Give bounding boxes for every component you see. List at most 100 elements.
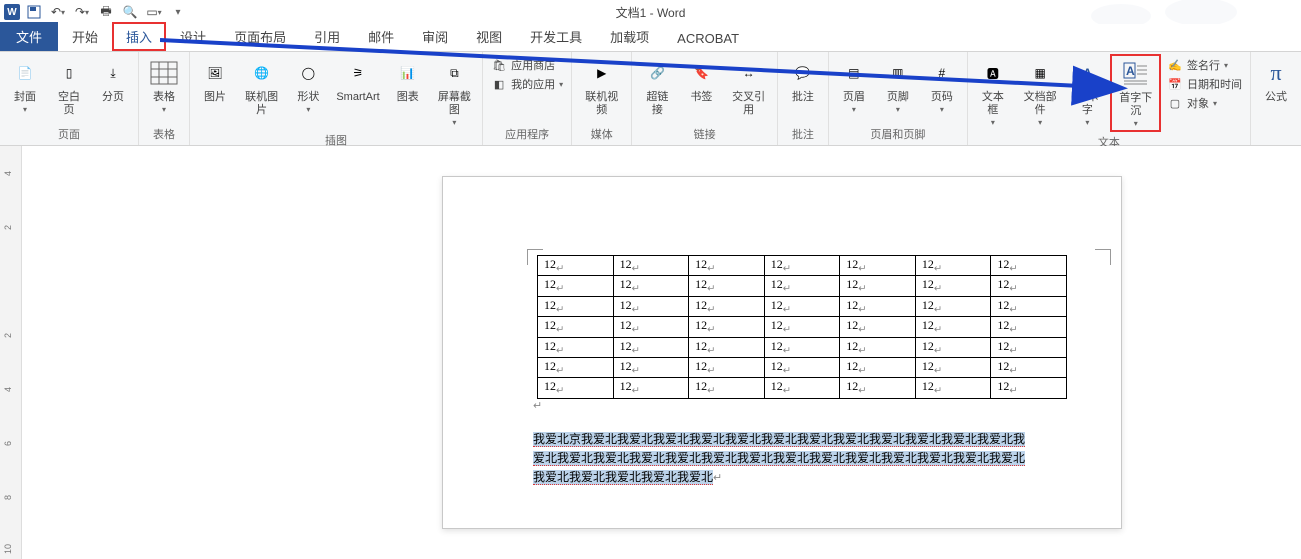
tab-layout[interactable]: 页面布局 <box>220 22 300 51</box>
table-cell[interactable]: 12↵ <box>840 378 916 398</box>
table-cell[interactable]: 12↵ <box>915 256 991 276</box>
tab-references[interactable]: 引用 <box>300 22 354 51</box>
comment-button[interactable]: 💬批注 <box>782 54 824 107</box>
table-cell[interactable]: 12↵ <box>689 357 765 377</box>
blank-page-button[interactable]: ▯空白页 <box>48 54 90 120</box>
table-cell[interactable]: 12↵ <box>538 276 614 296</box>
table-cell[interactable]: 12↵ <box>538 296 614 316</box>
table-cell[interactable]: 12↵ <box>915 276 991 296</box>
bookmark-button[interactable]: 🔖书签 <box>680 54 722 107</box>
table-cell[interactable]: 12↵ <box>613 256 689 276</box>
app-store-button[interactable]: 🛍应用商店 <box>489 56 565 74</box>
smartart-button[interactable]: ⚞SmartArt <box>331 54 384 107</box>
object-button[interactable]: ▢对象 ▾ <box>1165 94 1244 112</box>
qat-print-icon[interactable]: 🖶 <box>96 2 116 22</box>
page-break-button[interactable]: ⤓分页 <box>92 54 134 107</box>
document-table[interactable]: 12↵12↵12↵12↵12↵12↵12↵12↵12↵12↵12↵12↵12↵1… <box>537 255 1067 399</box>
cover-page-button[interactable]: 📄封面▾ <box>4 54 46 117</box>
table-cell[interactable]: 12↵ <box>840 296 916 316</box>
table-cell[interactable]: 12↵ <box>991 317 1067 337</box>
hyperlink-button[interactable]: 🔗超链接 <box>636 54 678 120</box>
vertical-ruler[interactable]: 42246810 <box>0 146 22 559</box>
qat-new-icon[interactable]: ▭▾ <box>144 2 164 22</box>
signature-line-button[interactable]: ✍签名行 ▾ <box>1165 56 1244 74</box>
table-cell[interactable]: 12↵ <box>915 317 991 337</box>
table-cell[interactable]: 12↵ <box>613 317 689 337</box>
textbox-button[interactable]: 🅰文本框▾ <box>972 54 1014 130</box>
qat-preview-icon[interactable]: 🔍 <box>120 2 140 22</box>
my-apps-button[interactable]: ◧我的应用 ▾ <box>489 75 565 93</box>
table-cell[interactable]: 12↵ <box>613 357 689 377</box>
online-video-button[interactable]: ▶联机视频 <box>576 54 627 120</box>
table-cell[interactable]: 12↵ <box>991 378 1067 398</box>
table-cell[interactable]: 12↵ <box>915 337 991 357</box>
screenshot-button[interactable]: ⧉屏幕截图▾ <box>431 54 478 130</box>
tab-insert[interactable]: 插入 <box>112 22 166 51</box>
table-cell[interactable]: 12↵ <box>764 317 840 337</box>
table-cell[interactable]: 12↵ <box>538 337 614 357</box>
table-cell[interactable]: 12↵ <box>915 296 991 316</box>
picture-button[interactable]: 🖼图片 <box>194 54 236 107</box>
table-cell[interactable]: 12↵ <box>840 357 916 377</box>
table-cell[interactable]: 12↵ <box>538 378 614 398</box>
tab-home[interactable]: 开始 <box>58 22 112 51</box>
table-cell[interactable]: 12↵ <box>991 276 1067 296</box>
table-row[interactable]: 12↵12↵12↵12↵12↵12↵12↵ <box>538 256 1067 276</box>
document-paragraph[interactable]: 我爱北京我爱北我爱北我爱北我爱北我爱北我爱北我爱北我爱北我爱北我爱北我爱北我爱北… <box>533 430 1031 488</box>
equation-button[interactable]: π公式 <box>1255 54 1297 107</box>
page-area[interactable]: 12↵12↵12↵12↵12↵12↵12↵12↵12↵12↵12↵12↵12↵1… <box>22 146 1301 559</box>
datetime-button[interactable]: 📅日期和时间 <box>1165 75 1244 93</box>
table-cell[interactable]: 12↵ <box>538 256 614 276</box>
table-button[interactable]: 表格▾ <box>143 54 185 117</box>
table-cell[interactable]: 12↵ <box>613 276 689 296</box>
qat-customize[interactable]: ▾ <box>168 2 188 22</box>
table-cell[interactable]: 12↵ <box>613 337 689 357</box>
table-row[interactable]: 12↵12↵12↵12↵12↵12↵12↵ <box>538 357 1067 377</box>
table-cell[interactable]: 12↵ <box>613 378 689 398</box>
wordart-button[interactable]: A艺术字▾ <box>1066 54 1108 130</box>
table-row[interactable]: 12↵12↵12↵12↵12↵12↵12↵ <box>538 337 1067 357</box>
table-cell[interactable]: 12↵ <box>538 317 614 337</box>
tab-mailings[interactable]: 邮件 <box>354 22 408 51</box>
table-cell[interactable]: 12↵ <box>991 337 1067 357</box>
table-cell[interactable]: 12↵ <box>764 357 840 377</box>
page-number-button[interactable]: #页码▾ <box>921 54 963 117</box>
table-cell[interactable]: 12↵ <box>915 378 991 398</box>
tab-design[interactable]: 设计 <box>166 22 220 51</box>
table-cell[interactable]: 12↵ <box>689 378 765 398</box>
table-cell[interactable]: 12↵ <box>991 256 1067 276</box>
table-cell[interactable]: 12↵ <box>689 276 765 296</box>
table-cell[interactable]: 12↵ <box>538 357 614 377</box>
tab-addins[interactable]: 加载项 <box>596 22 663 51</box>
table-cell[interactable]: 12↵ <box>840 256 916 276</box>
table-cell[interactable]: 12↵ <box>840 317 916 337</box>
online-picture-button[interactable]: 🌐联机图片 <box>238 54 285 120</box>
dropcap-button[interactable]: A首字下沉▾ <box>1110 54 1161 132</box>
table-row[interactable]: 12↵12↵12↵12↵12↵12↵12↵ <box>538 276 1067 296</box>
table-cell[interactable]: 12↵ <box>689 317 765 337</box>
table-cell[interactable]: 12↵ <box>764 296 840 316</box>
tab-review[interactable]: 审阅 <box>408 22 462 51</box>
table-cell[interactable]: 12↵ <box>764 337 840 357</box>
table-cell[interactable]: 12↵ <box>689 337 765 357</box>
table-cell[interactable]: 12↵ <box>689 296 765 316</box>
table-row[interactable]: 12↵12↵12↵12↵12↵12↵12↵ <box>538 378 1067 398</box>
table-row[interactable]: 12↵12↵12↵12↵12↵12↵12↵ <box>538 296 1067 316</box>
crossref-button[interactable]: ↔交叉引用 <box>724 54 772 120</box>
footer-button[interactable]: ▥页脚▾ <box>877 54 919 117</box>
document-page[interactable]: 12↵12↵12↵12↵12↵12↵12↵12↵12↵12↵12↵12↵12↵1… <box>442 176 1122 529</box>
table-cell[interactable]: 12↵ <box>991 357 1067 377</box>
shapes-button[interactable]: ◯形状▾ <box>287 54 329 117</box>
qat-redo[interactable]: ↷▾ <box>72 2 92 22</box>
table-cell[interactable]: 12↵ <box>689 256 765 276</box>
qat-save[interactable] <box>24 2 44 22</box>
table-cell[interactable]: 12↵ <box>840 276 916 296</box>
table-cell[interactable]: 12↵ <box>613 296 689 316</box>
table-cell[interactable]: 12↵ <box>764 256 840 276</box>
table-cell[interactable]: 12↵ <box>840 337 916 357</box>
tab-file[interactable]: 文件 <box>0 22 58 51</box>
quickparts-button[interactable]: ▦文档部件▾ <box>1016 54 1065 130</box>
tab-view[interactable]: 视图 <box>462 22 516 51</box>
tab-dev[interactable]: 开发工具 <box>516 22 596 51</box>
qat-undo[interactable]: ↶▾ <box>48 2 68 22</box>
